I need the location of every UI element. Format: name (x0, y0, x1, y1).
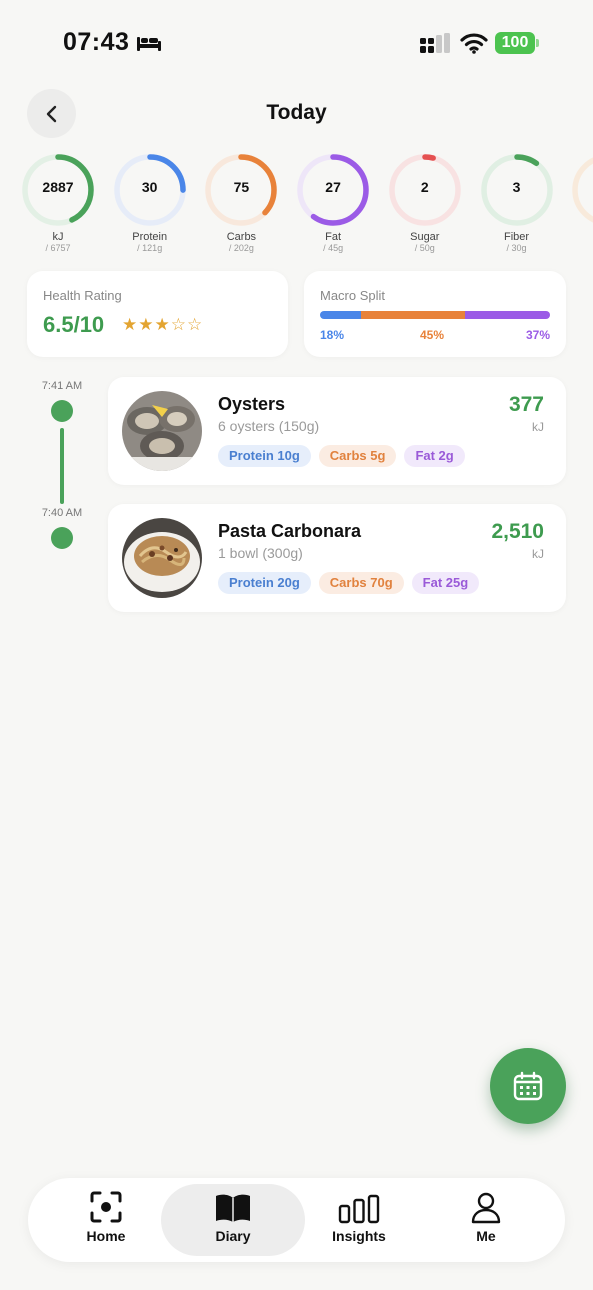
food-name: Pasta Carbonara (218, 521, 362, 541)
health-stars: ★★★☆☆ (122, 315, 204, 334)
wifi-icon (460, 32, 488, 59)
timeline-time: 7:41 AM (41, 380, 83, 392)
macro-carbs-percent: 45% (420, 328, 445, 342)
battery-icon: 100 (495, 32, 535, 54)
food-name: Oysters (218, 394, 286, 414)
ring-target: / 121g (137, 243, 163, 253)
ring-target: / 202g (228, 243, 254, 253)
nutrient-rings[interactable]: 2887 kJ/ 6757 30 Protein/ 121g 75 Carbs/ 202g… (0, 152, 593, 262)
battery-cap (536, 39, 539, 47)
macro-fat-percent: 37% (525, 328, 550, 342)
nutrient-ring[interactable]: 2 Sugar/ 50g (387, 152, 463, 254)
bed-icon (136, 34, 162, 57)
food-entry-card[interactable]: Pasta Carbonara 1 bowl (300g) 2,510 kJ P… (108, 504, 566, 612)
timeline-line (60, 428, 64, 504)
ring-value: 3 (512, 179, 521, 195)
ring-value: 2887 (42, 179, 74, 195)
macro-chips: Protein 20g Carbs 70g Fat 25g (218, 572, 480, 594)
tab-me[interactable]: Me (420, 1184, 552, 1256)
calendar-button[interactable] (490, 1048, 566, 1124)
health-score: 6.5/10 (43, 312, 105, 337)
food-energy: 2,510 (491, 520, 544, 543)
tab-label: Diary (215, 1228, 251, 1244)
food-photo-oysters (122, 391, 202, 471)
fat-chip: Fat 2g (404, 445, 465, 467)
person-icon (471, 1192, 501, 1224)
ring-value: 1 (570, 179, 593, 195)
nutrient-ring[interactable]: 2887 kJ/ 6757 (20, 152, 96, 254)
nutrient-ring[interactable]: 3 Fiber/ 30g (479, 152, 555, 254)
food-energy-unit: kJ (532, 420, 544, 434)
fat-chip: Fat 25g (411, 572, 480, 594)
status-bar: 07:43 100 (0, 0, 593, 88)
nutrient-ring[interactable]: 30 Protein/ 121g (112, 152, 188, 254)
tab-label: Me (476, 1228, 496, 1244)
food-portion: 6 oysters (150g) (218, 418, 320, 434)
ring-value: 2 (420, 179, 429, 195)
tab-label: Home (86, 1228, 126, 1244)
timeline-dot (51, 527, 73, 549)
ring-label: Carbs (226, 231, 257, 243)
bar-chart-icon (338, 1194, 380, 1224)
protein-chip: Protein 10g (218, 445, 311, 467)
calendar-icon (513, 1071, 543, 1101)
tab-insights[interactable]: Insights (293, 1184, 425, 1256)
carbs-chip: Carbs 5g (318, 445, 397, 467)
nutrient-ring[interactable]: 1S (570, 152, 593, 243)
food-energy-unit: kJ (532, 547, 544, 561)
timeline-time: 7:40 AM (41, 507, 83, 519)
macro-protein-percent: 18% (320, 328, 345, 342)
macro-segment-fat (464, 311, 550, 319)
food-energy: 377 (508, 393, 544, 416)
macro-split-card[interactable]: Macro Split 18% 45% 37% (304, 271, 566, 357)
nutrient-ring[interactable]: 75 Carbs/ 202g (203, 152, 279, 254)
macro-split-bar (320, 311, 550, 319)
ring-target: / 45g (323, 243, 344, 253)
tab-label: Insights (332, 1228, 386, 1244)
timeline-dot (51, 400, 73, 422)
macro-segment-carbs (361, 311, 465, 319)
macro-split-title: Macro Split (320, 288, 386, 303)
ring-label: Protein (132, 231, 168, 243)
nutrient-ring[interactable]: 27 Fat/ 45g (295, 152, 371, 254)
ring-value: 30 (141, 179, 158, 195)
page-title: Today (266, 101, 327, 124)
food-photo-pasta (122, 518, 202, 598)
cellular-signal-icon (420, 33, 452, 60)
food-portion: 1 bowl (300g) (218, 545, 303, 561)
status-time: 07:43 (63, 28, 130, 56)
ring-value: 75 (233, 179, 250, 195)
tab-bar: Home Diary Insights Me (28, 1178, 565, 1262)
ring-label: Fat (325, 231, 342, 243)
protein-chip: Protein 20g (218, 572, 311, 594)
health-rating-card[interactable]: Health Rating 6.5/10 ★★★☆☆ (27, 271, 288, 357)
ring-label: kJ (52, 231, 64, 243)
ring-value: 27 (325, 179, 341, 195)
tab-home[interactable]: Home (40, 1184, 172, 1256)
tab-diary[interactable]: Diary (161, 1184, 305, 1256)
macro-segment-protein (320, 311, 362, 319)
health-rating-title: Health Rating (43, 288, 122, 303)
macro-chips: Protein 10g Carbs 5g Fat 2g (218, 445, 465, 467)
ring-target: / 50g (414, 243, 435, 253)
book-icon (216, 1194, 250, 1222)
carbs-chip: Carbs 70g (318, 572, 404, 594)
food-entry-card[interactable]: Oysters 6 oysters (150g) 377 kJ Protein … (108, 377, 566, 485)
ring-label: S (570, 231, 593, 243)
ring-target: / 30g (506, 243, 527, 253)
ring-target: / 6757 (45, 243, 71, 253)
ring-label: Fiber (503, 231, 530, 243)
scan-icon (90, 1191, 122, 1223)
ring-label: Sugar (410, 231, 440, 243)
